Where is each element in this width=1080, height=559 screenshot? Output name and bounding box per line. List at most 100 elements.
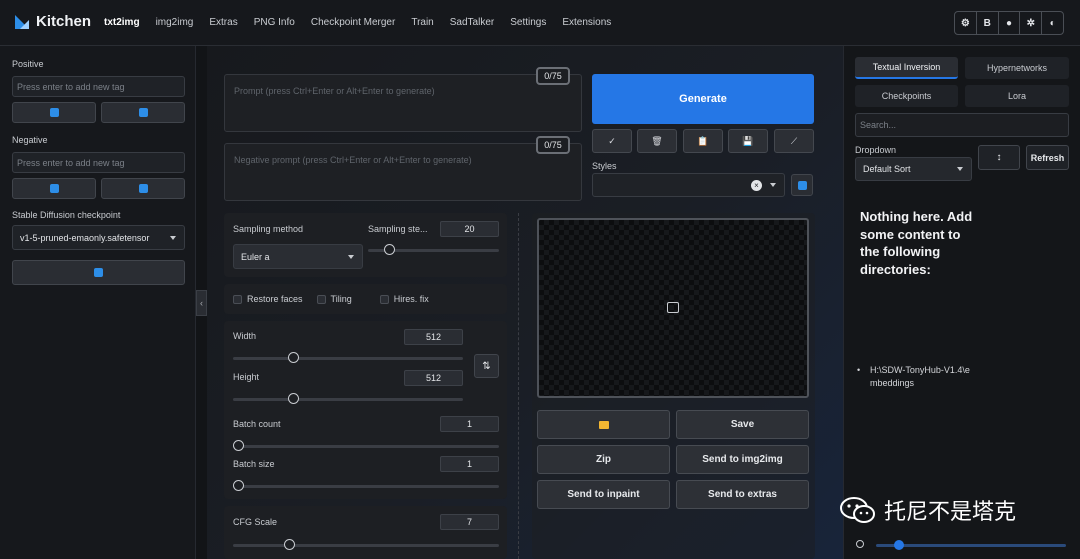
- divider: [518, 213, 519, 559]
- tab-txt2img[interactable]: txt2img: [104, 17, 140, 28]
- collapse-sidebar-button[interactable]: ‹: [196, 290, 207, 316]
- swap-icon: ⇅: [482, 360, 491, 372]
- kitchen-logo-icon: [15, 14, 29, 29]
- cfg-scale-slider[interactable]: [233, 544, 499, 547]
- tab-checkpoints[interactable]: Checkpoints: [855, 85, 958, 107]
- restore-faces-checkbox[interactable]: Restore faces: [233, 294, 303, 305]
- batch-count-slider[interactable]: [233, 445, 499, 448]
- checkpoint-refresh-button[interactable]: [12, 260, 185, 285]
- cfg-scale-label: CFG Scale: [233, 517, 278, 527]
- sort-direction-button[interactable]: ↕: [978, 145, 1020, 170]
- tab-img2img[interactable]: img2img: [156, 17, 194, 28]
- negative-prompt-textarea[interactable]: Negative prompt (press Ctrl+Enter or Alt…: [224, 143, 582, 201]
- extra-networks-panel: Textual Inversion Hypernetworks Checkpoi…: [843, 46, 1080, 559]
- save-style-icon[interactable]: 💾: [728, 129, 768, 153]
- styles-refresh-button[interactable]: [791, 174, 813, 196]
- height-knob[interactable]: [287, 393, 299, 404]
- left-sidebar: Positive Press enter to add new tag Nega…: [0, 46, 196, 559]
- tab-png-info[interactable]: PNG Info: [254, 17, 295, 28]
- width-input[interactable]: 512: [404, 329, 463, 345]
- trash-icon[interactable]: 🗑: [637, 129, 677, 153]
- tab-extras[interactable]: Extras: [209, 17, 237, 28]
- check-icon[interactable]: ✓: [592, 129, 632, 153]
- sampling-method-value: Euler a: [241, 251, 270, 262]
- clear-icon[interactable]: ×: [751, 180, 762, 191]
- send-to-extras-button[interactable]: Send to extras: [676, 480, 809, 509]
- batch-count-knob[interactable]: [233, 440, 244, 451]
- positive-send-button[interactable]: [101, 102, 185, 123]
- sort-select[interactable]: Default Sort: [855, 157, 972, 181]
- styles-label: Styles: [592, 161, 617, 171]
- tab-hypernetworks[interactable]: Hypernetworks: [965, 57, 1069, 79]
- clipboard-icon[interactable]: 📋: [683, 129, 723, 153]
- watermark: 托尼不是塔克: [840, 494, 1016, 526]
- prompt-token-counter: 0/75: [536, 67, 570, 85]
- height-slider[interactable]: [233, 398, 463, 401]
- send-to-img2img-button[interactable]: Send to img2img: [676, 445, 809, 474]
- tab-lora[interactable]: Lora: [965, 85, 1069, 107]
- tiling-label: Tiling: [330, 293, 352, 304]
- tab-textual-inversion[interactable]: Textual Inversion: [855, 57, 958, 79]
- sampling-method-select[interactable]: Euler a: [233, 244, 363, 269]
- batch-size-slider[interactable]: [233, 485, 499, 488]
- tab-train[interactable]: Train: [411, 17, 433, 28]
- checkpoint-select[interactable]: v1-5-pruned-emaonly.safetensor: [12, 225, 185, 250]
- positive-tag-input[interactable]: Press enter to add new tag: [12, 76, 185, 97]
- theme-toggle-icon[interactable]: ◐: [1042, 12, 1063, 34]
- negative-send-button[interactable]: [101, 178, 185, 199]
- tiling-checkbox[interactable]: Tiling: [316, 293, 352, 305]
- negative-refresh-button[interactable]: [12, 178, 96, 199]
- tab-extensions[interactable]: Extensions: [562, 17, 611, 28]
- batch-size-input[interactable]: 1: [440, 456, 499, 472]
- width-knob[interactable]: [287, 352, 299, 363]
- checkpoint-label: Stable Diffusion checkpoint: [12, 210, 121, 220]
- cfg-scale-input[interactable]: 7: [440, 514, 499, 530]
- width-slider[interactable]: [233, 357, 463, 360]
- hires-fix-label: Hires. fix: [393, 293, 429, 304]
- negative-label: Negative: [12, 135, 48, 145]
- negative-tag-input[interactable]: Press enter to add new tag: [12, 152, 185, 173]
- swap-dimensions-button[interactable]: ⇅: [474, 354, 499, 378]
- refresh-icon: [94, 268, 103, 277]
- generate-button[interactable]: Generate: [592, 74, 814, 124]
- batch-count-input[interactable]: 1: [440, 416, 499, 432]
- save-button[interactable]: Save: [676, 410, 809, 439]
- width-label: Width: [233, 331, 257, 341]
- tab-settings[interactable]: Settings: [510, 17, 546, 28]
- tab-sadtalker[interactable]: SadTalker: [450, 17, 494, 28]
- open-folder-button[interactable]: [537, 410, 670, 439]
- height-input[interactable]: 512: [404, 370, 463, 386]
- styles-select[interactable]: ×: [592, 173, 785, 197]
- sampling-steps-input[interactable]: 20: [440, 221, 499, 237]
- zip-button[interactable]: Zip: [537, 445, 670, 474]
- tab-checkpoint-merger[interactable]: Checkpoint Merger: [311, 17, 395, 28]
- cfg-scale-knob[interactable]: [284, 539, 295, 550]
- refresh-icon: [49, 184, 59, 193]
- batch-size-knob[interactable]: [233, 480, 244, 491]
- top-bar: Kitchen txt2img img2img Extras PNG Info …: [0, 0, 1080, 46]
- sort-value: Default Sort: [863, 164, 911, 174]
- refresh-button[interactable]: Refresh: [1026, 145, 1069, 170]
- output-image-canvas[interactable]: [537, 218, 809, 398]
- hires-fix-checkbox[interactable]: Hires. fix: [379, 293, 429, 305]
- app-name: Kitchen: [36, 13, 92, 30]
- sampling-steps-knob[interactable]: [383, 244, 395, 255]
- zoom-slider[interactable]: [876, 544, 1066, 547]
- magic-wand-icon[interactable]: ⟋: [774, 129, 814, 153]
- send-to-inpaint-button[interactable]: Send to inpaint: [537, 480, 670, 509]
- search-input[interactable]: Search...: [855, 113, 1069, 137]
- image-placeholder-icon: [667, 302, 679, 313]
- zoom-icon: [856, 540, 864, 548]
- zoom-control: [852, 538, 1071, 554]
- github-icon[interactable]: ●: [999, 12, 1021, 34]
- sampling-method-label: Sampling method: [233, 224, 304, 234]
- positive-refresh-button[interactable]: [12, 102, 96, 123]
- bold-b-button[interactable]: B: [977, 12, 999, 34]
- chevron-down-icon: [170, 235, 176, 240]
- main-tabs: txt2img img2img Extras PNG Info Checkpoi…: [104, 17, 627, 28]
- zoom-knob[interactable]: [894, 540, 904, 550]
- settings-icon[interactable]: ✲: [1020, 12, 1043, 34]
- dropdown-label: Dropdown: [855, 145, 897, 155]
- gear-icon[interactable]: ⚙: [955, 12, 977, 34]
- prompt-textarea[interactable]: Prompt (press Ctrl+Enter or Alt+Enter to…: [224, 74, 582, 132]
